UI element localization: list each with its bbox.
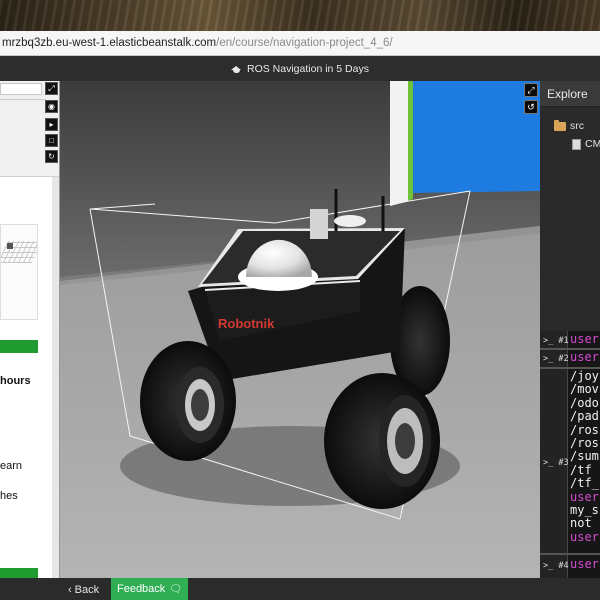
notebook-text-hes: hes: [0, 490, 18, 502]
address-bar[interactable]: mrzbq3zb.eu-west-1.elasticbeanstalk.com /…: [0, 31, 600, 56]
white-pillar: [390, 81, 410, 206]
image-object: [7, 243, 13, 249]
terminal-line: /ros: [570, 436, 599, 451]
eye-icon[interactable]: ◉: [45, 100, 58, 113]
shell-2-output[interactable]: user: [570, 351, 600, 364]
toolbar-divider: [0, 99, 46, 100]
shell-tab-4[interactable]: >_ #4: [543, 561, 569, 571]
file-explorer: Explore src CM: [540, 81, 600, 331]
terminal-line: user: [570, 558, 599, 571]
tree-item-file[interactable]: CM: [572, 138, 600, 150]
sensor-mast: [310, 209, 328, 239]
shell-tab-2[interactable]: >_ #2: [543, 354, 569, 364]
tree-item-label: src: [570, 120, 584, 132]
front-left-wheel: [140, 341, 236, 461]
terminal-line: /sum: [570, 449, 599, 464]
gazebo-scene: Robotnik: [60, 81, 540, 578]
desktop-wallpaper: [0, 0, 600, 31]
progress-bar-bottom: [0, 568, 38, 578]
course-title: ROS Navigation in 5 Days: [247, 62, 369, 75]
folder-icon: [554, 119, 566, 131]
bottom-bar: ‹ Back Feedback 🗨︎: [0, 578, 600, 600]
progress-bar: [0, 340, 38, 353]
tree-item-label: CM: [585, 138, 600, 150]
file-icon: [572, 138, 581, 150]
shell-tab-3[interactable]: >_ #3: [543, 458, 569, 468]
terminal-line: not: [570, 516, 592, 531]
terminal-divider: [540, 348, 600, 350]
chat-icon: 🗨︎: [169, 583, 182, 595]
terminal-line: my_s: [570, 503, 599, 518]
terminal-line: user: [570, 333, 600, 347]
explorer-title-text: Explore: [547, 86, 588, 101]
expand-icon[interactable]: ⤢: [524, 83, 538, 97]
terminal-line: /pad: [570, 409, 599, 424]
terminal-line: user: [570, 529, 599, 544]
notebook-panel: ⤢ ◉ ▸ □ ↻ hours earn hes: [0, 81, 60, 578]
feedback-button[interactable]: Feedback 🗨︎: [111, 578, 188, 600]
expand-icon[interactable]: ⤢: [45, 82, 58, 95]
terminal-line: /mov: [570, 382, 599, 397]
graduation-cap-icon: [231, 65, 242, 73]
notebook-image: [0, 224, 38, 320]
notebook-text-earn: earn: [0, 460, 23, 472]
terminal-divider: [540, 367, 600, 369]
terminal-line: /ros: [570, 422, 599, 437]
terminal-line: /tf: [570, 462, 592, 477]
terminal-line: /tf_: [570, 476, 599, 491]
green-strip: [408, 81, 413, 201]
shell-tab-1[interactable]: >_ #1: [543, 336, 569, 346]
play-icon[interactable]: ▸: [45, 118, 58, 131]
notebook-toolbar: ⤢ ◉ ▸ □ ↻: [0, 81, 59, 177]
front-right-wheel: [324, 373, 440, 509]
terminal-line: /joy: [570, 370, 599, 383]
feedback-button-label: Feedback: [116, 583, 166, 595]
simulation-viewport[interactable]: Robotnik ⤢ ↺: [60, 81, 540, 578]
screen: mrzbq3zb.eu-west-1.elasticbeanstalk.com /…: [0, 0, 600, 600]
explorer-title: Explore: [540, 81, 600, 107]
robot-brand-label: Robotnik: [218, 316, 275, 331]
tree-item-src[interactable]: src: [554, 119, 584, 132]
shell-1-output[interactable]: user: [570, 333, 600, 347]
url-path: /en/course/navigation-project_4_6/: [216, 37, 393, 49]
back-button[interactable]: ‹ Back: [68, 581, 99, 598]
terminal-line: /odo: [570, 395, 599, 410]
notebook-search-field[interactable]: [0, 83, 42, 95]
back-button-label: Back: [74, 583, 100, 596]
shell-4-output[interactable]: user: [570, 558, 600, 571]
course-title-bar: ROS Navigation in 5 Days: [0, 56, 600, 81]
terminal-divider: [540, 553, 600, 555]
terminal-panel: >_ #1 user >_ #2 user >_ #3 /joy /mov /o…: [540, 331, 600, 578]
lidar-sensor: [334, 215, 366, 227]
shell-3-output[interactable]: /joy /mov /odo /pad /ros /ros /sum /tf /…: [570, 370, 600, 544]
blue-wall: [412, 81, 540, 193]
stop-icon[interactable]: □: [45, 134, 58, 147]
terminal-line: user: [570, 351, 599, 364]
reset-view-icon[interactable]: ↺: [524, 100, 538, 114]
chevron-left-icon: ‹: [68, 583, 72, 596]
url-host: mrzbq3zb.eu-west-1.elasticbeanstalk.com: [2, 37, 217, 49]
grid-floor-image: [1, 241, 37, 263]
terminal-line: user: [570, 489, 599, 504]
refresh-icon[interactable]: ↻: [45, 150, 58, 163]
notebook-text-hours: hours: [0, 375, 31, 387]
